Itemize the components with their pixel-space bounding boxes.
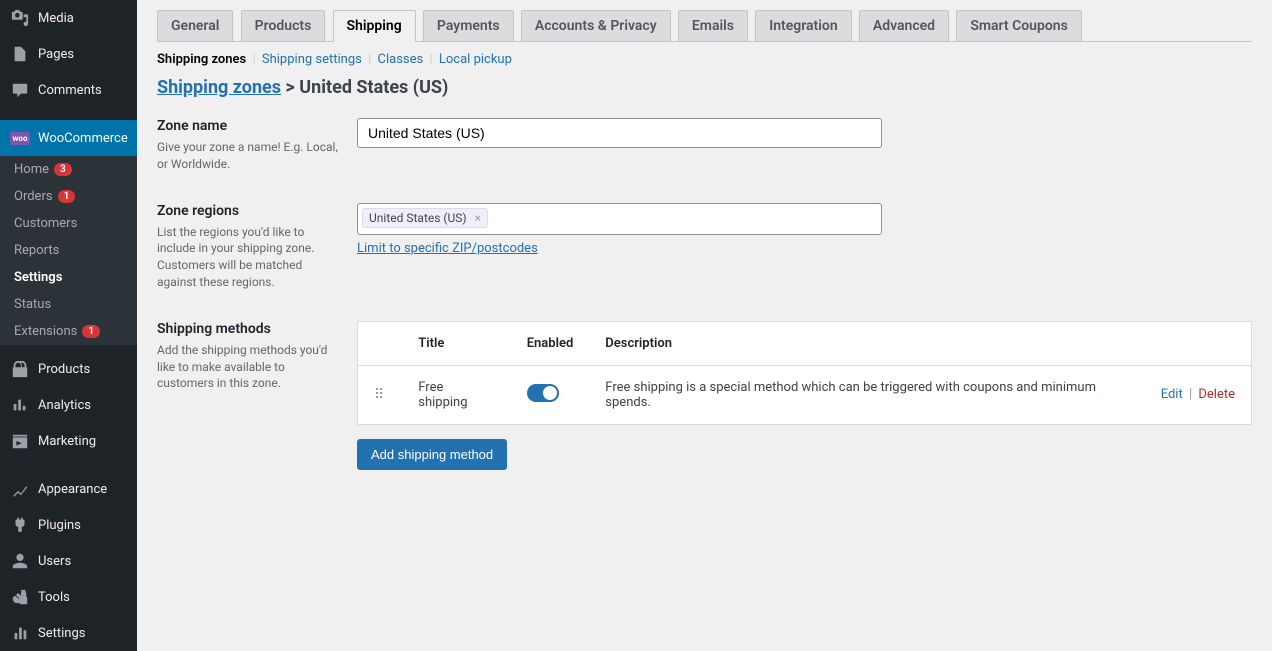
sidebar-item-marketing[interactable]: Marketing — [0, 423, 137, 459]
sidebar-label: Analytics — [38, 398, 91, 413]
count-badge: 1 — [58, 190, 76, 203]
zone-name-label: Zone name — [157, 118, 342, 134]
sidebar-item-plugins[interactable]: Plugins — [0, 507, 137, 543]
shipping-methods-help: Add the shipping methods you'd like to m… — [157, 343, 327, 391]
count-badge: 1 — [82, 325, 100, 338]
sidebar-item-comments[interactable]: Comments — [0, 72, 137, 108]
sidebar-submenu: Home3 Orders1 Customers Reports Settings… — [0, 156, 137, 345]
sidebar-sub-reports[interactable]: Reports — [0, 237, 137, 264]
tab-shipping[interactable]: Shipping — [333, 10, 416, 42]
main-content: General Products Shipping Payments Accou… — [137, 0, 1272, 651]
sidebar-item-media[interactable]: Media — [0, 0, 137, 36]
sidebar-item-tools[interactable]: Tools — [0, 579, 137, 615]
tab-integration[interactable]: Integration — [755, 10, 851, 41]
zone-regions-label: Zone regions — [157, 203, 342, 219]
tab-accounts-privacy[interactable]: Accounts & Privacy — [521, 10, 671, 41]
tab-smart-coupons[interactable]: Smart Coupons — [956, 10, 1082, 41]
sidebar-label: Users — [38, 554, 71, 569]
tab-products[interactable]: Products — [241, 10, 326, 41]
marketing-icon — [10, 431, 30, 451]
zone-name-help: Give your zone a name! E.g. Local, or Wo… — [157, 140, 338, 171]
sidebar-label: Settings — [38, 626, 85, 641]
subnav-local-pickup[interactable]: Local pickup — [439, 52, 512, 67]
drag-handle-icon[interactable]: ⠿ — [374, 387, 386, 403]
zone-regions-input[interactable]: United States (US) × — [357, 203, 882, 235]
sidebar-label: Comments — [38, 83, 102, 98]
edit-link[interactable]: Edit — [1161, 387, 1183, 402]
sidebar-sub-extensions[interactable]: Extensions1 — [0, 318, 137, 345]
method-title: Free shipping — [402, 365, 510, 424]
settings-icon — [10, 623, 30, 643]
sidebar-label: Pages — [38, 47, 74, 62]
remove-tag-icon[interactable]: × — [475, 211, 481, 225]
count-badge: 3 — [54, 163, 72, 176]
sidebar-item-settings[interactable]: Settings — [0, 615, 137, 651]
limit-zip-link[interactable]: Limit to specific ZIP/postcodes — [357, 241, 538, 256]
region-tag: United States (US) × — [362, 208, 488, 228]
subnav-classes[interactable]: Classes — [378, 52, 424, 67]
tools-icon — [10, 587, 30, 607]
sidebar-label: WooCommerce — [38, 131, 128, 146]
tabs-nav: General Products Shipping Payments Accou… — [157, 0, 1252, 42]
sidebar-item-pages[interactable]: Pages — [0, 36, 137, 72]
sidebar-sub-customers[interactable]: Customers — [0, 210, 137, 237]
sidebar-item-users[interactable]: Users — [0, 543, 137, 579]
col-description: Description — [589, 321, 1141, 365]
plugins-icon — [10, 515, 30, 535]
sidebar-label: Products — [38, 362, 90, 377]
tab-emails[interactable]: Emails — [678, 10, 748, 41]
appearance-icon — [10, 479, 30, 499]
analytics-icon — [10, 395, 30, 415]
breadcrumb-current: United States (US) — [299, 77, 448, 98]
sidebar-label: Appearance — [38, 482, 107, 497]
comment-icon — [10, 80, 30, 100]
products-icon — [10, 359, 30, 379]
sidebar-label: Plugins — [38, 518, 81, 533]
page-icon — [10, 44, 30, 64]
tab-general[interactable]: General — [157, 10, 233, 41]
zone-name-input[interactable] — [357, 118, 882, 148]
woocommerce-icon: woo — [10, 128, 30, 148]
sidebar-label: Tools — [38, 590, 70, 605]
shipping-methods-label: Shipping methods — [157, 321, 342, 337]
tab-payments[interactable]: Payments — [423, 10, 514, 41]
col-enabled: Enabled — [511, 321, 590, 365]
sidebar-sub-settings[interactable]: Settings — [0, 264, 137, 291]
col-title: Title — [402, 321, 510, 365]
sidebar-item-analytics[interactable]: Analytics — [0, 387, 137, 423]
method-description: Free shipping is a special method which … — [589, 365, 1141, 424]
breadcrumb: Shipping zones > United States (US) — [157, 77, 1252, 98]
admin-sidebar: Media Pages Comments woo WooCommerce Hom… — [0, 0, 137, 651]
tab-advanced[interactable]: Advanced — [859, 10, 949, 41]
sidebar-label: Marketing — [38, 434, 96, 449]
media-icon — [10, 8, 30, 28]
sub-navigation: Shipping zones | Shipping settings | Cla… — [157, 52, 1252, 67]
zone-regions-help: List the regions you'd like to include i… — [157, 225, 314, 289]
sidebar-item-products[interactable]: Products — [0, 351, 137, 387]
shipping-methods-table: Title Enabled Description ⠿ Free shippin… — [357, 321, 1252, 425]
sidebar-sub-home[interactable]: Home3 — [0, 156, 137, 183]
subnav-shipping-settings[interactable]: Shipping settings — [262, 52, 362, 67]
enabled-toggle[interactable] — [527, 384, 559, 402]
add-shipping-method-button[interactable]: Add shipping method — [357, 439, 507, 470]
delete-link[interactable]: Delete — [1198, 387, 1235, 402]
sidebar-item-woocommerce[interactable]: woo WooCommerce — [0, 120, 137, 156]
subnav-current: Shipping zones — [157, 52, 246, 67]
sidebar-label: Media — [38, 11, 74, 26]
shipping-method-row: ⠿ Free shipping Free shipping is a speci… — [358, 365, 1252, 424]
sidebar-sub-orders[interactable]: Orders1 — [0, 183, 137, 210]
breadcrumb-link[interactable]: Shipping zones — [157, 77, 281, 98]
sidebar-item-appearance[interactable]: Appearance — [0, 471, 137, 507]
sidebar-sub-status[interactable]: Status — [0, 291, 137, 318]
users-icon — [10, 551, 30, 571]
